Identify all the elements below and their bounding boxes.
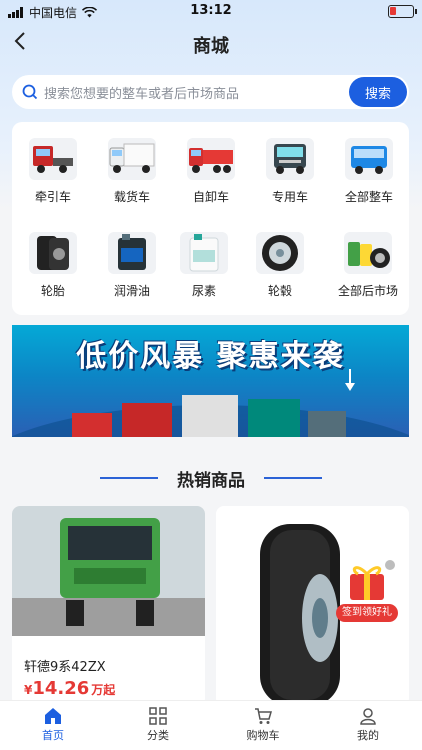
category-item-tractor[interactable]: 牵引车 [17, 138, 89, 205]
search-input[interactable]: 搜索您想要的整车或者后市场商品 [44, 83, 349, 102]
hot-products-heading: 热销商品 [0, 466, 422, 491]
tab-home[interactable]: 首页 [18, 707, 88, 743]
product-card[interactable]: 轩德9系42ZX ¥14.26 万起 [12, 506, 205, 706]
category-label: 全部后市场 [337, 284, 398, 298]
price-value: 14.26 [32, 678, 90, 699]
tab-label: 我的 [357, 729, 379, 742]
tab-label: 首页 [42, 729, 64, 742]
tractor-truck-icon [29, 138, 77, 180]
category-panel: 牵引车 载货车 自卸车 专用车 全部整车 轮胎 润滑油 尿素 轮毂 全部后市场 [12, 122, 409, 315]
price-unit: 万起 [91, 683, 116, 697]
heading-line-right [264, 477, 322, 479]
category-item-lubricant[interactable]: 润滑油 [96, 232, 168, 299]
tab-label: 购物车 [246, 729, 280, 742]
category-label: 载货车 [113, 190, 150, 204]
urea-icon [180, 232, 228, 274]
sign-in-gift-badge[interactable]: 签到领好礼 [336, 560, 398, 626]
category-label: 全部整车 [344, 190, 393, 204]
category-item-dump[interactable]: 自卸车 [175, 138, 247, 205]
page-title: 商城 [193, 36, 229, 57]
all-trucks-icon [345, 138, 393, 180]
lubricant-icon [108, 232, 156, 274]
product-name: 轩德9系42ZX [24, 660, 106, 675]
section-title-text: 热销商品 [177, 471, 245, 491]
home-icon [45, 708, 61, 724]
cargo-truck-icon [108, 138, 156, 180]
wheel-hub-icon [256, 232, 304, 274]
category-label: 专用车 [271, 190, 308, 204]
search-button[interactable]: 搜索 [349, 77, 407, 107]
category-item-tire[interactable]: 轮胎 [17, 232, 89, 299]
category-item-cargo[interactable]: 载货车 [96, 138, 168, 205]
category-item-urea[interactable]: 尿素 [168, 232, 240, 299]
category-grid-icon [149, 707, 167, 725]
gift-box-icon [350, 560, 395, 600]
heading-line-left [100, 477, 158, 479]
all-aftermarket-icon [344, 232, 392, 274]
search-icon [22, 84, 38, 100]
product-price: ¥14.26 万起 [24, 678, 115, 699]
profile-icon [360, 708, 376, 725]
category-item-special[interactable]: 专用车 [254, 138, 326, 205]
product-image-truck [12, 506, 205, 636]
category-item-wheel-hub[interactable]: 轮毂 [244, 232, 316, 299]
category-label: 尿素 [191, 284, 216, 298]
status-bar: 中国电信 13:12 [0, 0, 422, 24]
tab-profile[interactable]: 我的 [333, 707, 403, 743]
dump-truck-icon [187, 138, 235, 180]
category-label: 牵引车 [34, 190, 71, 204]
category-label: 轮毂 [267, 284, 292, 298]
cart-icon [255, 708, 272, 724]
promo-banner[interactable]: 低价风暴 聚惠来袭 [12, 325, 409, 437]
clock: 13:12 [190, 3, 232, 18]
category-label: 自卸车 [192, 190, 229, 204]
tire-icon [29, 232, 77, 274]
tab-label: 分类 [147, 729, 169, 742]
gift-label: 签到领好礼 [336, 604, 398, 622]
nav-bar: 商城 [0, 28, 422, 60]
tab-category[interactable]: 分类 [123, 707, 193, 743]
bottom-tab-bar: 首页 分类 购物车 我的 [0, 700, 422, 750]
search-bar[interactable]: 搜索您想要的整车或者后市场商品 搜索 [12, 75, 409, 109]
special-truck-icon [266, 138, 314, 180]
category-item-all-trucks[interactable]: 全部整车 [333, 138, 405, 205]
trucks-illustration [12, 369, 409, 437]
tab-cart[interactable]: 购物车 [228, 707, 298, 743]
battery-icon [388, 5, 417, 18]
category-item-all-aftermarket[interactable]: 全部后市场 [326, 232, 410, 299]
category-label: 轮胎 [40, 284, 65, 298]
category-label: 润滑油 [113, 284, 150, 298]
